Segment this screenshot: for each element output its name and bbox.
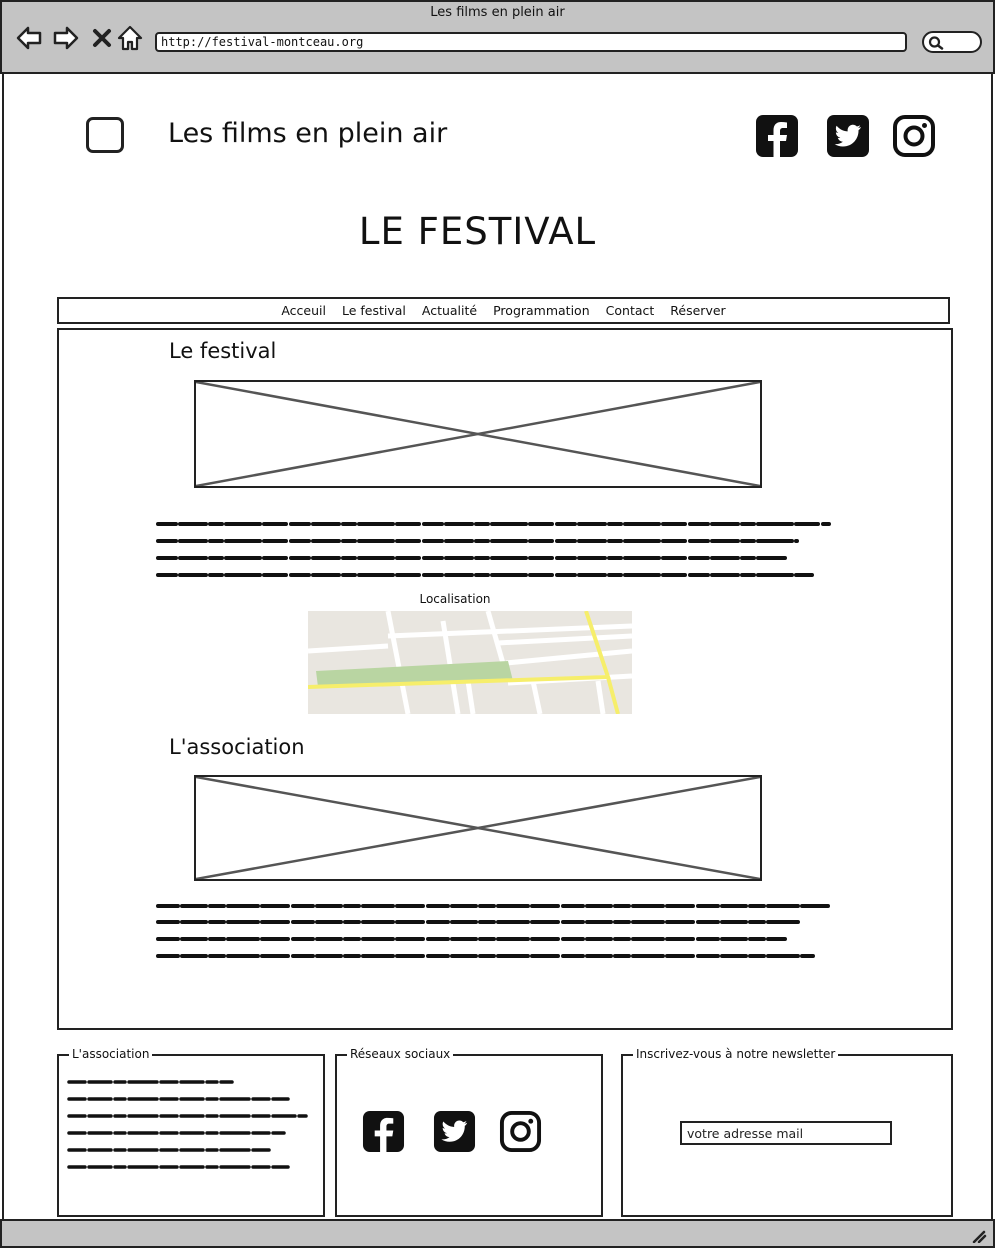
facebook-icon[interactable] (755, 114, 799, 158)
newsletter-email-input[interactable] (680, 1121, 892, 1145)
search-icon (928, 36, 944, 50)
image-placeholder-festival (194, 380, 762, 488)
footer-newsletter-legend: Inscrivez-vous à notre newsletter (633, 1047, 839, 1061)
site-title: Les films en plein air (168, 118, 448, 149)
footer-twitter-icon[interactable] (433, 1110, 476, 1153)
placeholder-text-association (156, 904, 831, 958)
footer-association-legend: L'association (69, 1047, 153, 1061)
back-arrow-icon[interactable] (15, 24, 43, 52)
nav-item-acceuil[interactable]: Acceuil (281, 303, 326, 318)
home-icon[interactable] (116, 24, 144, 52)
nav-item-contact[interactable]: Contact (606, 303, 655, 318)
close-x-icon[interactable] (88, 24, 116, 52)
twitter-icon[interactable] (826, 114, 870, 158)
footer-facebook-icon[interactable] (362, 1110, 405, 1153)
location-map[interactable] (308, 611, 632, 714)
nav-item-le-festival[interactable]: Le festival (342, 303, 406, 318)
footer-instagram-icon[interactable] (499, 1110, 542, 1153)
url-bar[interactable]: http://festival-montceau.org (155, 32, 907, 52)
resize-grip-icon[interactable] (971, 1229, 987, 1243)
section-title-festival: Le festival (169, 339, 277, 363)
nav-item-actualite[interactable]: Actualité (422, 303, 477, 318)
section-title-association: L'association (169, 735, 305, 759)
forward-arrow-icon[interactable] (52, 24, 80, 52)
nav-item-reserver[interactable]: Réserver (670, 303, 725, 318)
main-nav: Acceuil Le festival Actualité Programmation… (57, 297, 950, 324)
browser-status-bar (0, 1219, 995, 1248)
nav-item-programmation[interactable]: Programmation (493, 303, 590, 318)
browser-search-box[interactable] (922, 31, 982, 53)
page-heading: LE FESTIVAL (358, 210, 597, 253)
window-title: Les films en plein air (430, 5, 565, 20)
placeholder-text-footer-association (67, 1080, 308, 1169)
instagram-icon[interactable] (892, 114, 936, 158)
logo-placeholder-icon[interactable] (86, 117, 124, 153)
image-placeholder-association (194, 775, 762, 881)
url-text: http://festival-montceau.org (161, 35, 364, 49)
placeholder-text-festival (156, 522, 831, 577)
footer-social-legend: Réseaux sociaux (347, 1047, 454, 1061)
map-label: Localisation (419, 592, 491, 606)
